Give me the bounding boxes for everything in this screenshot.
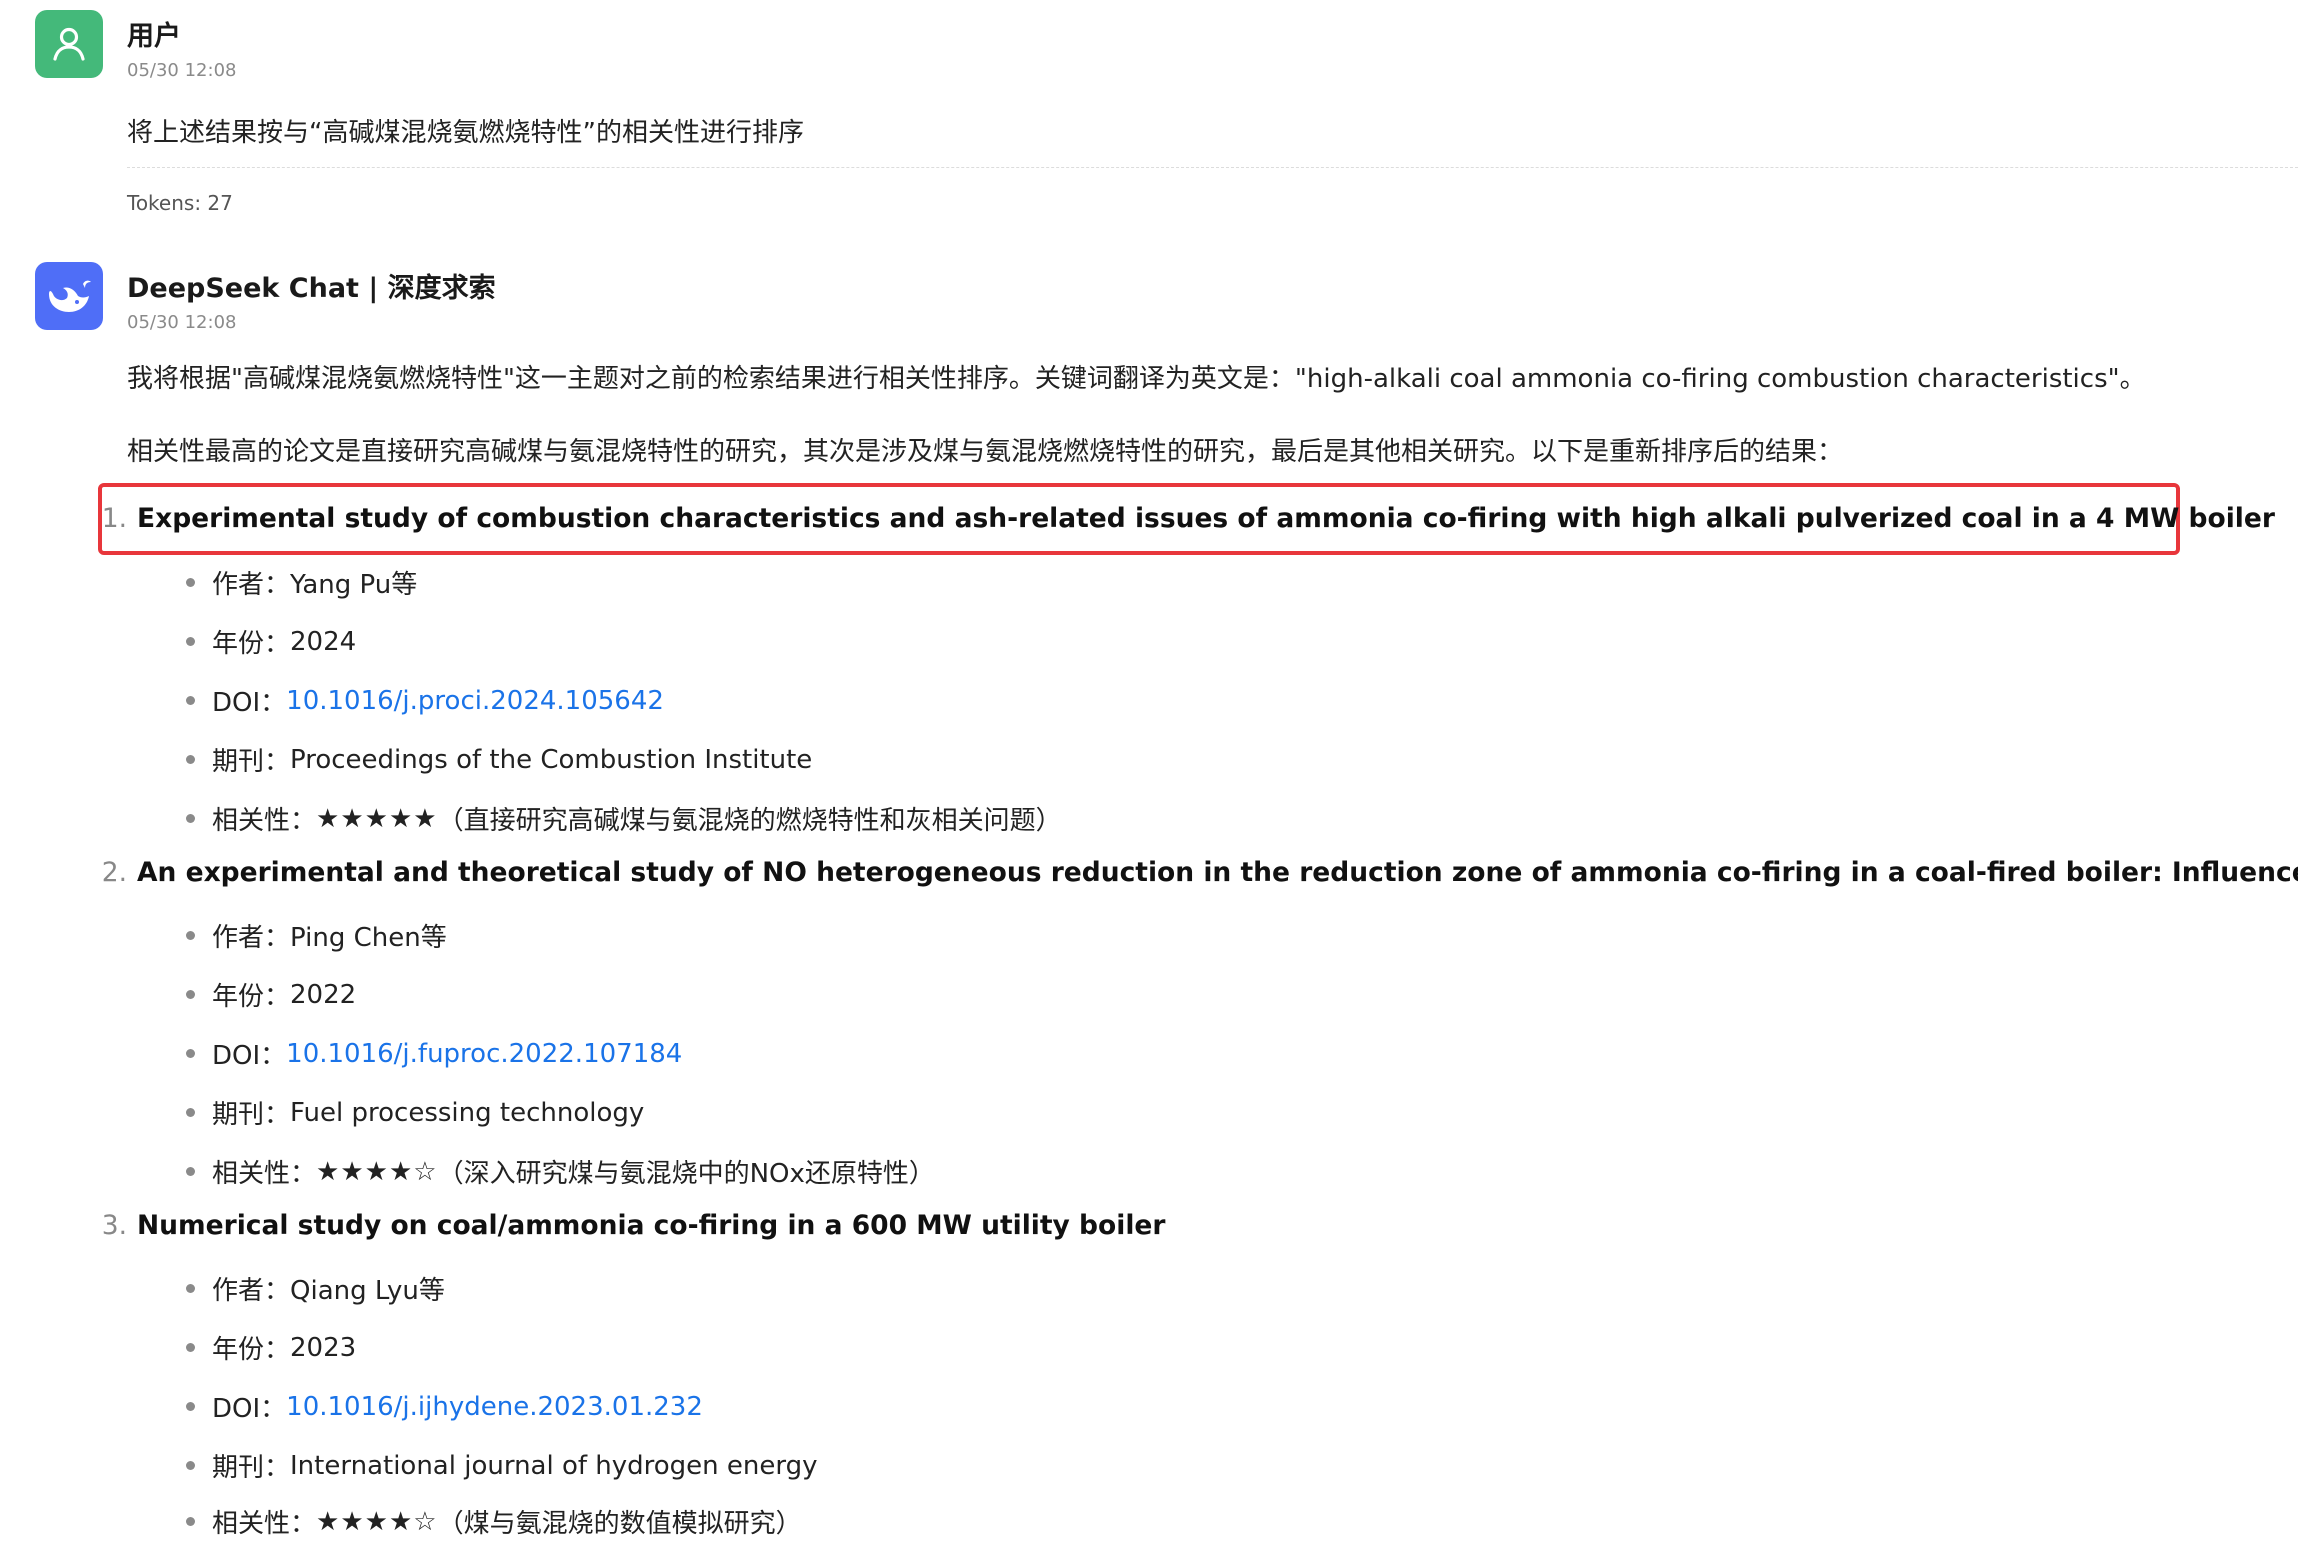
bullet-dot	[186, 814, 195, 823]
year-value: 2022	[290, 979, 357, 1010]
journal-label: 期刊：	[212, 1100, 291, 1130]
doi-link[interactable]: 10.1016/j.ijhydene.2023.01.232	[286, 1392, 703, 1422]
relevance-stars: ★★★★★	[316, 803, 438, 834]
year-label: 年份：	[212, 982, 291, 1012]
doi-link[interactable]: 10.1016/j.proci.2024.105642	[286, 686, 664, 716]
bullet-dot	[186, 1167, 195, 1176]
relevance-stars: ★★★★☆	[316, 1506, 438, 1537]
user-avatar	[35, 10, 103, 78]
result-journal: 期刊： International journal of hydrogen ene…	[186, 1447, 818, 1484]
journal-value: Proceedings of the Combustion Institute	[290, 744, 813, 775]
bullet-dot	[186, 637, 195, 646]
result-title-1: 1. Experimental study of combustion chara…	[84, 503, 2275, 534]
result-title-3: 3. Numerical study on coal/ammonia co-fir…	[84, 1210, 1166, 1241]
bullet-dot	[186, 696, 195, 705]
user-message-text: 将上述结果按与“高碱煤混烧氨燃烧特性”的相关性进行排序	[127, 118, 804, 148]
user-message-time: 05/30 12:08	[127, 60, 237, 81]
result-doi: DOI： 10.1016/j.proci.2024.105642	[186, 682, 664, 719]
token-count: Tokens: 27	[127, 191, 233, 215]
bot-message-time: 05/30 12:08	[127, 312, 237, 333]
relevance-stars: ★★★★☆	[316, 1156, 438, 1187]
result-author: 作者： Qiang Lyu等	[186, 1270, 445, 1307]
user-message: 用户 05/30 12:08 将上述结果按与“高碱煤混烧氨燃烧特性”的相关性进行…	[35, 10, 2298, 215]
bot-paragraph-2: 相关性最高的论文是直接研究高碱煤与氨混烧特性的研究，其次是涉及煤与氨混烧燃烧特性…	[127, 437, 1844, 467]
result-journal: 期刊： Proceedings of the Combustion Institu…	[186, 741, 812, 778]
result-year: 年份： 2024	[186, 623, 356, 660]
bullet-dot	[186, 755, 195, 764]
bot-message: DeepSeek Chat | 深度求索 05/30 12:08	[35, 262, 2298, 342]
relevance-label: 相关性：	[212, 806, 317, 836]
whale-icon	[49, 280, 91, 312]
bullet-dot	[186, 931, 195, 940]
author-label: 作者：	[212, 1276, 291, 1306]
relevance-note: （煤与氨混烧的数值模拟研究）	[437, 1509, 802, 1539]
relevance-note: （直接研究高碱煤与氨混烧的燃烧特性和灰相关问题）	[437, 806, 1062, 836]
journal-value: International journal of hydrogen energy	[290, 1450, 818, 1481]
result-year: 年份： 2022	[186, 976, 356, 1013]
author-label: 作者：	[212, 570, 291, 600]
result-doi: DOI： 10.1016/j.ijhydene.2023.01.232	[186, 1388, 703, 1425]
doi-link[interactable]: 10.1016/j.fuproc.2022.107184	[286, 1039, 682, 1069]
paper-title: An experimental and theoretical study of…	[137, 857, 2298, 888]
year-value: 2024	[290, 626, 357, 657]
relevance-label: 相关性：	[212, 1159, 317, 1189]
bot-avatar	[35, 262, 103, 330]
bullet-dot	[186, 1402, 195, 1411]
result-relevance: 相关性： ★★★★★ （直接研究高碱煤与氨混烧的燃烧特性和灰相关问题）	[186, 800, 1062, 837]
bullet-dot	[186, 1461, 195, 1470]
paper-title: Experimental study of combustion charact…	[137, 503, 2275, 534]
result-relevance: 相关性： ★★★★☆ （深入研究煤与氨混烧中的NOx还原特性）	[186, 1153, 935, 1190]
list-number: 1.	[101, 503, 127, 534]
author-label: 作者：	[212, 923, 291, 953]
doi-label: DOI：	[212, 1394, 287, 1424]
result-author: 作者： Ping Chen等	[186, 917, 447, 954]
journal-value: Fuel processing technology	[290, 1097, 645, 1128]
bullet-dot	[186, 1108, 195, 1117]
year-label: 年份：	[212, 1335, 291, 1365]
result-relevance: 相关性： ★★★★☆ （煤与氨混烧的数值模拟研究）	[186, 1503, 802, 1540]
bullet-dot	[186, 1284, 195, 1293]
journal-label: 期刊：	[212, 1453, 291, 1483]
paper-title: Numerical study on coal/ammonia co-firin…	[137, 1210, 1166, 1241]
list-number: 3.	[101, 1210, 127, 1241]
user-name: 用户	[127, 21, 181, 52]
result-author: 作者： Yang Pu等	[186, 564, 417, 601]
bullet-dot	[186, 578, 195, 587]
doi-label: DOI：	[212, 1041, 287, 1071]
result-title-2: 2. An experimental and theoretical study …	[84, 857, 2298, 888]
relevance-note: （深入研究煤与氨混烧中的NOx还原特性）	[437, 1159, 935, 1189]
bot-paragraph-1: 我将根据"高碱煤混烧氨燃烧特性"这一主题对之前的检索结果进行相关性排序。关键词翻…	[127, 364, 2146, 394]
bullet-dot	[186, 1049, 195, 1058]
message-divider	[127, 167, 2298, 168]
author-value: Ping Chen等	[290, 923, 447, 953]
result-doi: DOI： 10.1016/j.fuproc.2022.107184	[186, 1035, 682, 1072]
journal-label: 期刊：	[212, 747, 291, 777]
result-year: 年份： 2023	[186, 1329, 356, 1366]
result-journal: 期刊： Fuel processing technology	[186, 1094, 644, 1131]
relevance-label: 相关性：	[212, 1509, 317, 1539]
doi-label: DOI：	[212, 688, 287, 718]
author-value: Qiang Lyu等	[290, 1276, 445, 1306]
author-value: Yang Pu等	[290, 570, 418, 600]
bullet-dot	[186, 990, 195, 999]
user-icon	[53, 27, 85, 61]
bullet-dot	[186, 1343, 195, 1352]
year-value: 2023	[290, 1332, 357, 1363]
list-number: 2.	[101, 857, 127, 888]
year-label: 年份：	[212, 629, 291, 659]
bot-name: DeepSeek Chat | 深度求索	[127, 273, 496, 304]
bullet-dot	[186, 1517, 195, 1526]
